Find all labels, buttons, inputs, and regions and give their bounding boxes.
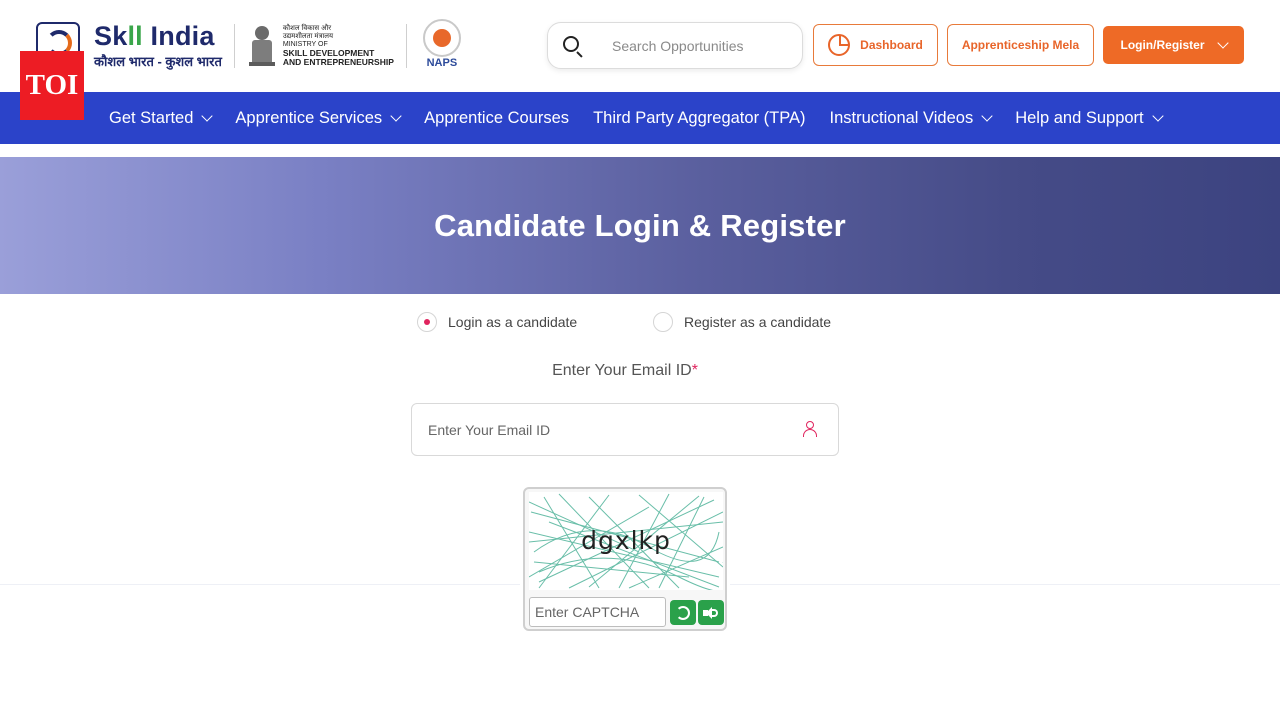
ministry-line-2: उद्यमशीलता मंत्रालय bbox=[282, 33, 334, 40]
brand-title-c: India bbox=[142, 21, 215, 51]
nav-item-label: Apprentice Courses bbox=[424, 108, 570, 127]
captcha-text: dgxlkp bbox=[581, 526, 671, 555]
skill-india-wordmark: Skll India कौशल भारत - कुशल भारत bbox=[94, 22, 222, 70]
radio-register-label[interactable]: Register as a candidate bbox=[684, 314, 831, 330]
nav-item-label: Get Started bbox=[109, 108, 194, 127]
captcha-card: dgxlkp bbox=[523, 487, 727, 631]
captcha-input[interactable] bbox=[529, 597, 666, 627]
email-field-container[interactable] bbox=[411, 403, 839, 456]
brand-title-b: ll bbox=[127, 21, 143, 51]
brand-subtitle: कौशल भारत - कुशल भारत bbox=[94, 54, 222, 69]
nav-item-tpa[interactable]: Third Party Aggregator (TPA) bbox=[593, 109, 805, 128]
captcha-audio-button[interactable] bbox=[698, 600, 724, 625]
user-icon bbox=[803, 421, 817, 437]
ministry-logo: कौशल विकास और उद्यमशीलता मंत्रालय MINIST… bbox=[247, 24, 394, 68]
nav-item-label: Instructional Videos bbox=[829, 108, 974, 127]
chevron-down-icon bbox=[390, 110, 402, 122]
divider bbox=[405, 24, 407, 68]
captcha-image: dgxlkp bbox=[529, 492, 723, 590]
radio-login-label[interactable]: Login as a candidate bbox=[448, 314, 577, 330]
nav-item-instructional-videos[interactable]: Instructional Videos bbox=[829, 108, 993, 128]
speaker-icon bbox=[703, 606, 719, 620]
naps-core-icon bbox=[432, 29, 451, 47]
search-bar[interactable] bbox=[547, 22, 803, 69]
nav-item-help-support[interactable]: Help and Support bbox=[1015, 108, 1164, 128]
nav-item-label: Apprentice Services bbox=[235, 108, 383, 127]
captcha-refresh-button[interactable] bbox=[670, 600, 696, 625]
email-label-text: Enter Your Email ID bbox=[552, 362, 692, 379]
ministry-line-5: AND ENTREPRENEURSHIP bbox=[282, 57, 394, 67]
toi-watermark-logo: TOI bbox=[20, 51, 84, 120]
refresh-icon bbox=[676, 605, 690, 620]
dashboard-label: Dashboard bbox=[860, 38, 923, 52]
chevron-down-icon bbox=[1151, 110, 1164, 122]
divider bbox=[730, 584, 1280, 585]
divider bbox=[233, 24, 235, 68]
ministry-line-1: कौशल विकास और bbox=[282, 25, 332, 32]
nav-item-apprentice-courses[interactable]: Apprentice Courses bbox=[424, 109, 569, 128]
search-icon[interactable] bbox=[562, 35, 584, 58]
apprenticeship-mela-label: Apprenticeship Mela bbox=[961, 38, 1080, 52]
required-marker: * bbox=[691, 362, 698, 379]
divider bbox=[0, 584, 520, 585]
page-banner: Candidate Login & Register bbox=[0, 157, 1280, 294]
nav-item-apprentice-services[interactable]: Apprentice Services bbox=[235, 108, 402, 128]
nav-item-label: Help and Support bbox=[1015, 108, 1144, 127]
main-nav: Get Started Apprentice Services Apprenti… bbox=[0, 92, 1280, 144]
email-field[interactable] bbox=[428, 421, 788, 438]
logo-group[interactable]: Skll India कौशल भारत - कुशल भारत कौशल वि… bbox=[36, 18, 465, 74]
national-emblem-icon bbox=[247, 24, 277, 68]
email-field-label: Enter Your Email ID* bbox=[0, 362, 1250, 380]
chevron-down-icon bbox=[981, 110, 993, 122]
site-header: Skll India कौशल भारत - कुशल भारत कौशल वि… bbox=[0, 0, 1280, 92]
dashboard-button[interactable]: Dashboard bbox=[813, 24, 938, 66]
chevron-down-icon bbox=[201, 110, 214, 122]
radio-register[interactable] bbox=[653, 312, 673, 332]
naps-logo: NAPS bbox=[419, 19, 465, 73]
search-input[interactable] bbox=[612, 37, 792, 54]
nav-item-get-started[interactable]: Get Started bbox=[109, 108, 214, 128]
nav-item-label: Third Party Aggregator (TPA) bbox=[593, 108, 806, 127]
apprenticeship-mela-button[interactable]: Apprenticeship Mela bbox=[947, 24, 1094, 66]
page-title: Candidate Login & Register bbox=[434, 207, 846, 243]
radio-login[interactable] bbox=[417, 312, 437, 332]
naps-label: NAPS bbox=[426, 57, 458, 69]
pie-chart-icon bbox=[828, 34, 851, 56]
radio-register-option[interactable]: Register as a candidate bbox=[653, 312, 831, 332]
login-register-label: Login/Register bbox=[1120, 38, 1205, 52]
chevron-down-icon bbox=[1216, 36, 1229, 49]
login-register-button[interactable]: Login/Register bbox=[1103, 26, 1244, 64]
radio-login-option[interactable]: Login as a candidate bbox=[417, 312, 577, 332]
brand-title-a: Sk bbox=[94, 21, 128, 51]
